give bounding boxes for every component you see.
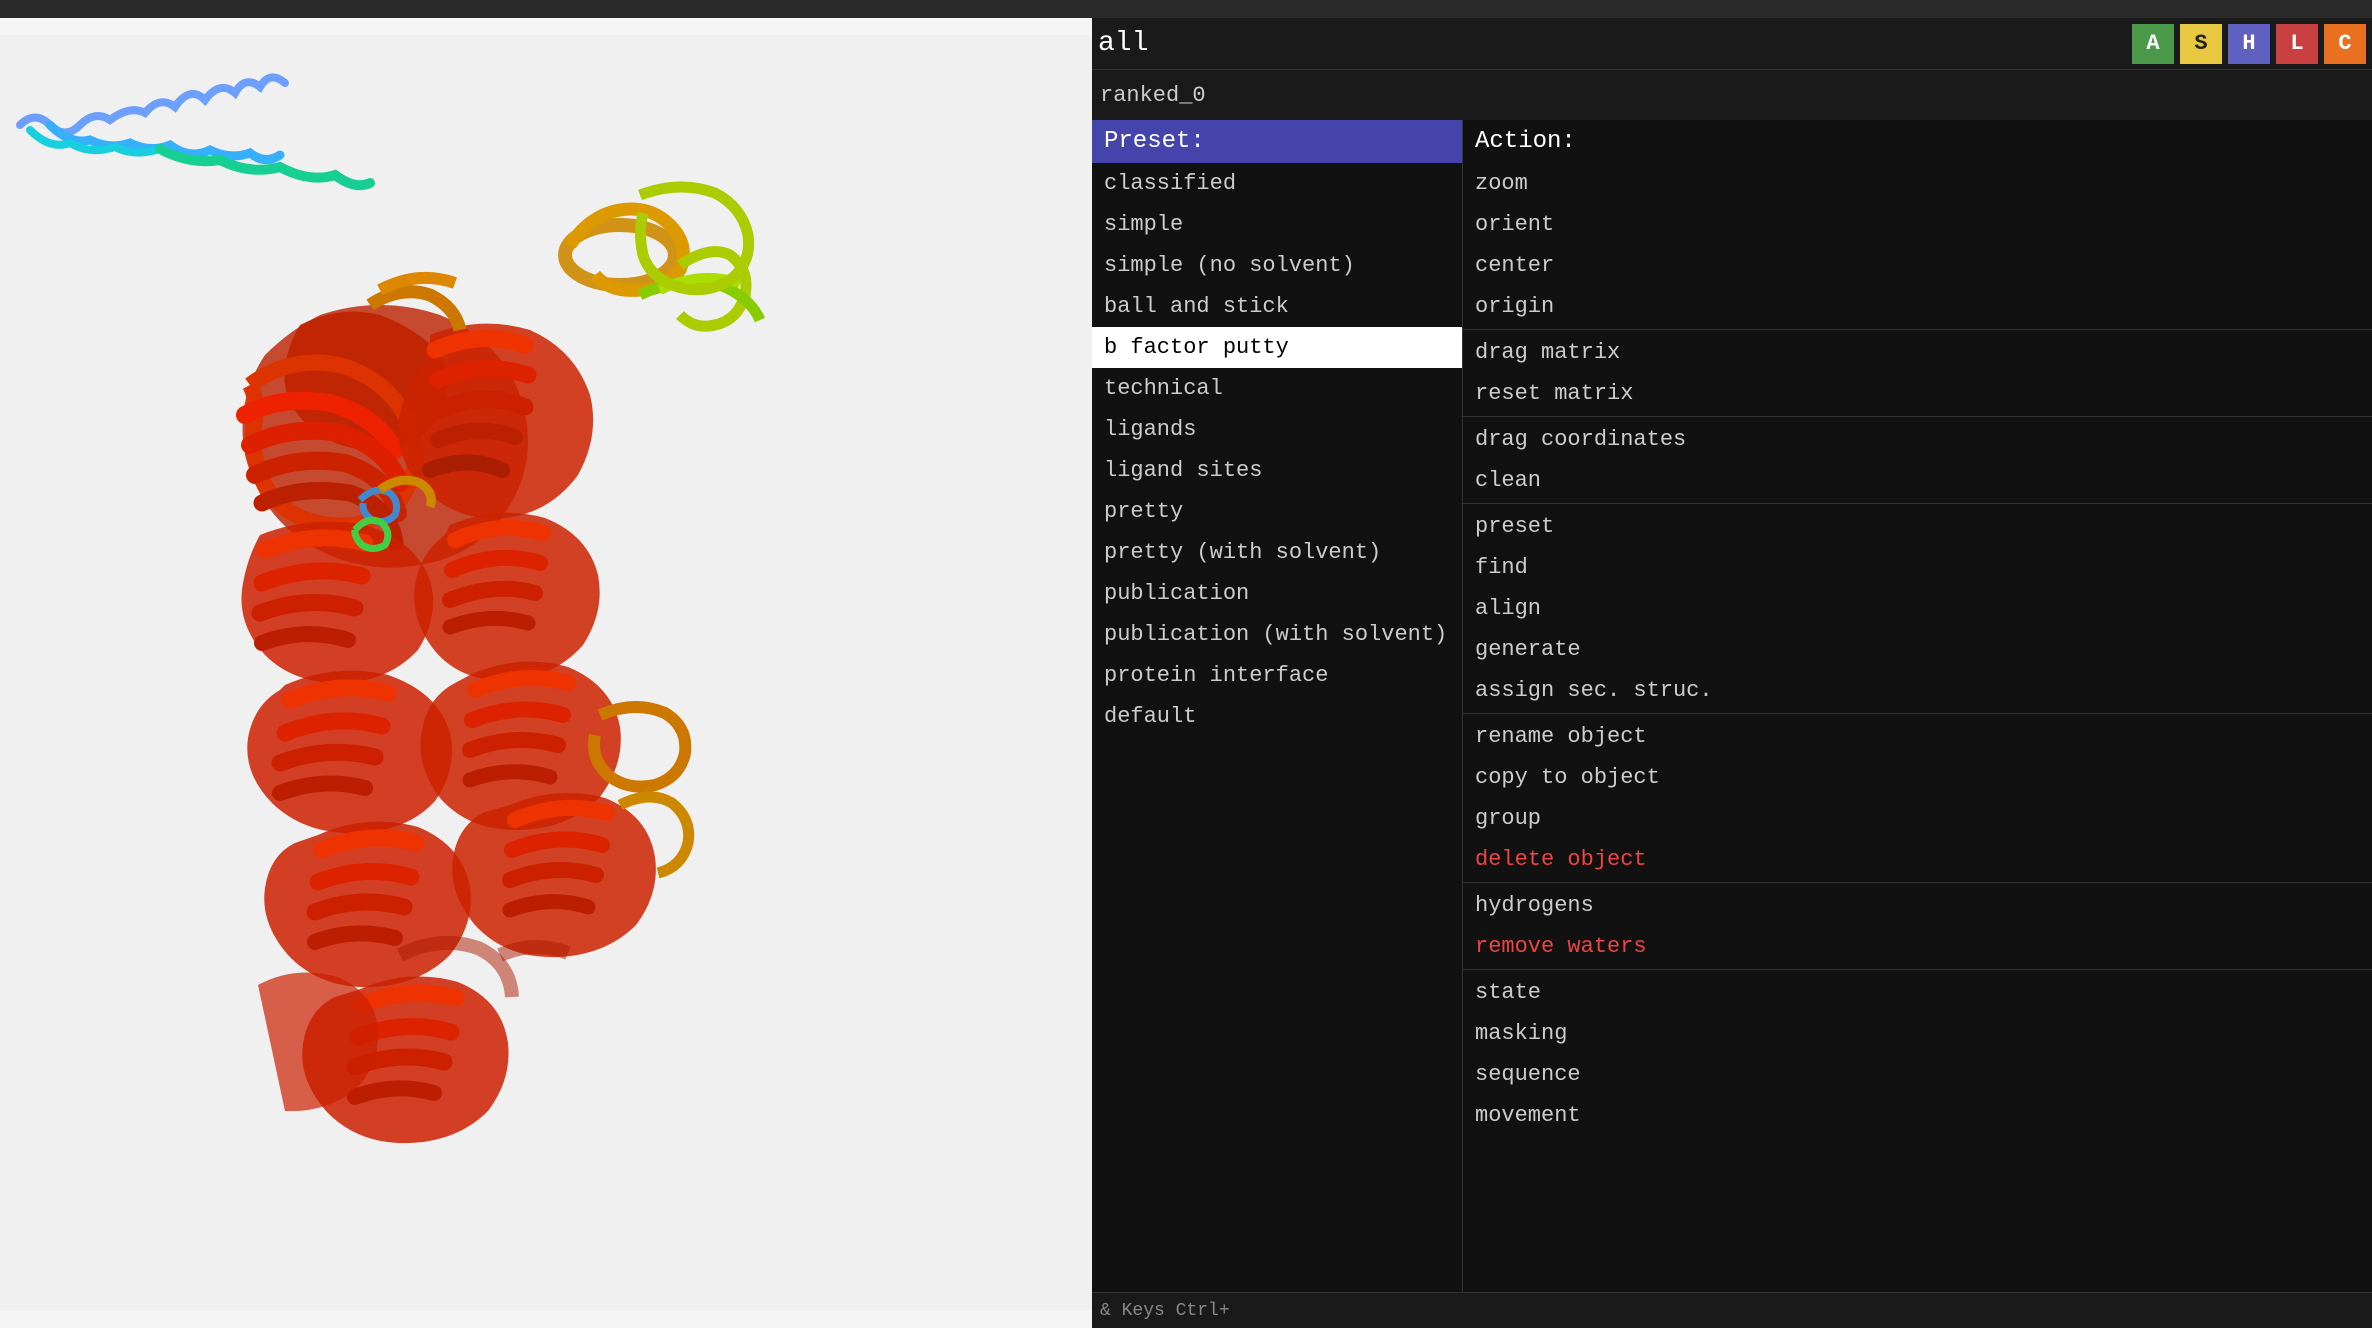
action-separator xyxy=(1463,329,2372,330)
preset-item-publication-with-solvent[interactable]: publication (with solvent) xyxy=(1092,614,1462,655)
action-item-reset-matrix[interactable]: reset matrix xyxy=(1463,373,2372,414)
action-separator xyxy=(1463,882,2372,883)
preset-panel: Preset: classifiedsimplesimple (no solve… xyxy=(1092,120,1462,1292)
btn-h[interactable]: H xyxy=(2228,24,2270,64)
action-separator xyxy=(1463,503,2372,504)
action-item-orient[interactable]: orient xyxy=(1463,204,2372,245)
action-separator xyxy=(1463,416,2372,417)
action-item-state[interactable]: state xyxy=(1463,972,2372,1013)
action-separator xyxy=(1463,713,2372,714)
ranked-row: ranked_0 xyxy=(1092,70,2372,120)
preset-items: classifiedsimplesimple (no solvent)ball … xyxy=(1092,163,1462,737)
action-item-group[interactable]: group xyxy=(1463,798,2372,839)
action-item-drag-coordinates[interactable]: drag coordinates xyxy=(1463,419,2372,460)
btn-l[interactable]: L xyxy=(2276,24,2318,64)
action-item-align[interactable]: align xyxy=(1463,588,2372,629)
action-item-sequence[interactable]: sequence xyxy=(1463,1054,2372,1095)
preset-item-ligand-sites[interactable]: ligand sites xyxy=(1092,450,1462,491)
preset-item-b-factor-putty[interactable]: b factor putty xyxy=(1092,327,1462,368)
btn-a[interactable]: A xyxy=(2132,24,2174,64)
top-bar xyxy=(0,0,2372,18)
action-item-origin[interactable]: origin xyxy=(1463,286,2372,327)
action-item-movement[interactable]: movement xyxy=(1463,1095,2372,1136)
preset-item-publication[interactable]: publication xyxy=(1092,573,1462,614)
header-row: all A S H L C xyxy=(1092,18,2372,70)
preset-item-classified[interactable]: classified xyxy=(1092,163,1462,204)
action-panel: Action: zoomorientcenterorigin drag matri… xyxy=(1462,120,2372,1292)
btn-s[interactable]: S xyxy=(2180,24,2222,64)
action-header: Action: xyxy=(1463,120,2372,163)
action-item-center[interactable]: center xyxy=(1463,245,2372,286)
action-separator xyxy=(1463,969,2372,970)
protein-visualization xyxy=(0,18,1092,1328)
right-panel: all A S H L C ranked_0 Preset: classifie… xyxy=(1092,18,2372,1328)
bottom-text: & Keys Ctrl+ xyxy=(1100,1301,1230,1321)
viewport[interactable] xyxy=(0,18,1092,1328)
preset-header: Preset: xyxy=(1092,120,1462,163)
preset-item-default[interactable]: default xyxy=(1092,696,1462,737)
action-item-copy-to-object[interactable]: copy to object xyxy=(1463,757,2372,798)
preset-item-pretty[interactable]: pretty xyxy=(1092,491,1462,532)
content-area: all A S H L C ranked_0 Preset: classifie… xyxy=(0,18,2372,1328)
preset-item-pretty-with-solvent[interactable]: pretty (with solvent) xyxy=(1092,532,1462,573)
btn-c[interactable]: C xyxy=(2324,24,2366,64)
ranked-label: ranked_0 xyxy=(1100,83,1206,108)
panels-row: Preset: classifiedsimplesimple (no solve… xyxy=(1092,120,2372,1292)
action-item-clean[interactable]: clean xyxy=(1463,460,2372,501)
action-item-rename-object[interactable]: rename object xyxy=(1463,716,2372,757)
action-item-hydrogens[interactable]: hydrogens xyxy=(1463,885,2372,926)
action-item-zoom[interactable]: zoom xyxy=(1463,163,2372,204)
preset-item-protein-interface[interactable]: protein interface xyxy=(1092,655,1462,696)
preset-item-technical[interactable]: technical xyxy=(1092,368,1462,409)
preset-item-simple-no-solvent[interactable]: simple (no solvent) xyxy=(1092,245,1462,286)
action-item-preset[interactable]: preset xyxy=(1463,506,2372,547)
action-items: zoomorientcenterorigin drag matrixreset m… xyxy=(1463,163,2372,1136)
bottom-bar: & Keys Ctrl+ xyxy=(1092,1292,2372,1328)
all-label: all xyxy=(1098,28,1148,59)
action-item-remove-waters[interactable]: remove waters xyxy=(1463,926,2372,967)
preset-item-ball-and-stick[interactable]: ball and stick xyxy=(1092,286,1462,327)
preset-item-ligands[interactable]: ligands xyxy=(1092,409,1462,450)
action-item-generate[interactable]: generate xyxy=(1463,629,2372,670)
action-item-find[interactable]: find xyxy=(1463,547,2372,588)
action-item-masking[interactable]: masking xyxy=(1463,1013,2372,1054)
main-container: all A S H L C ranked_0 Preset: classifie… xyxy=(0,0,2372,1328)
action-item-delete-object[interactable]: delete object xyxy=(1463,839,2372,880)
action-item-assign-sec-struc[interactable]: assign sec. struc. xyxy=(1463,670,2372,711)
action-item-drag-matrix[interactable]: drag matrix xyxy=(1463,332,2372,373)
preset-item-simple[interactable]: simple xyxy=(1092,204,1462,245)
